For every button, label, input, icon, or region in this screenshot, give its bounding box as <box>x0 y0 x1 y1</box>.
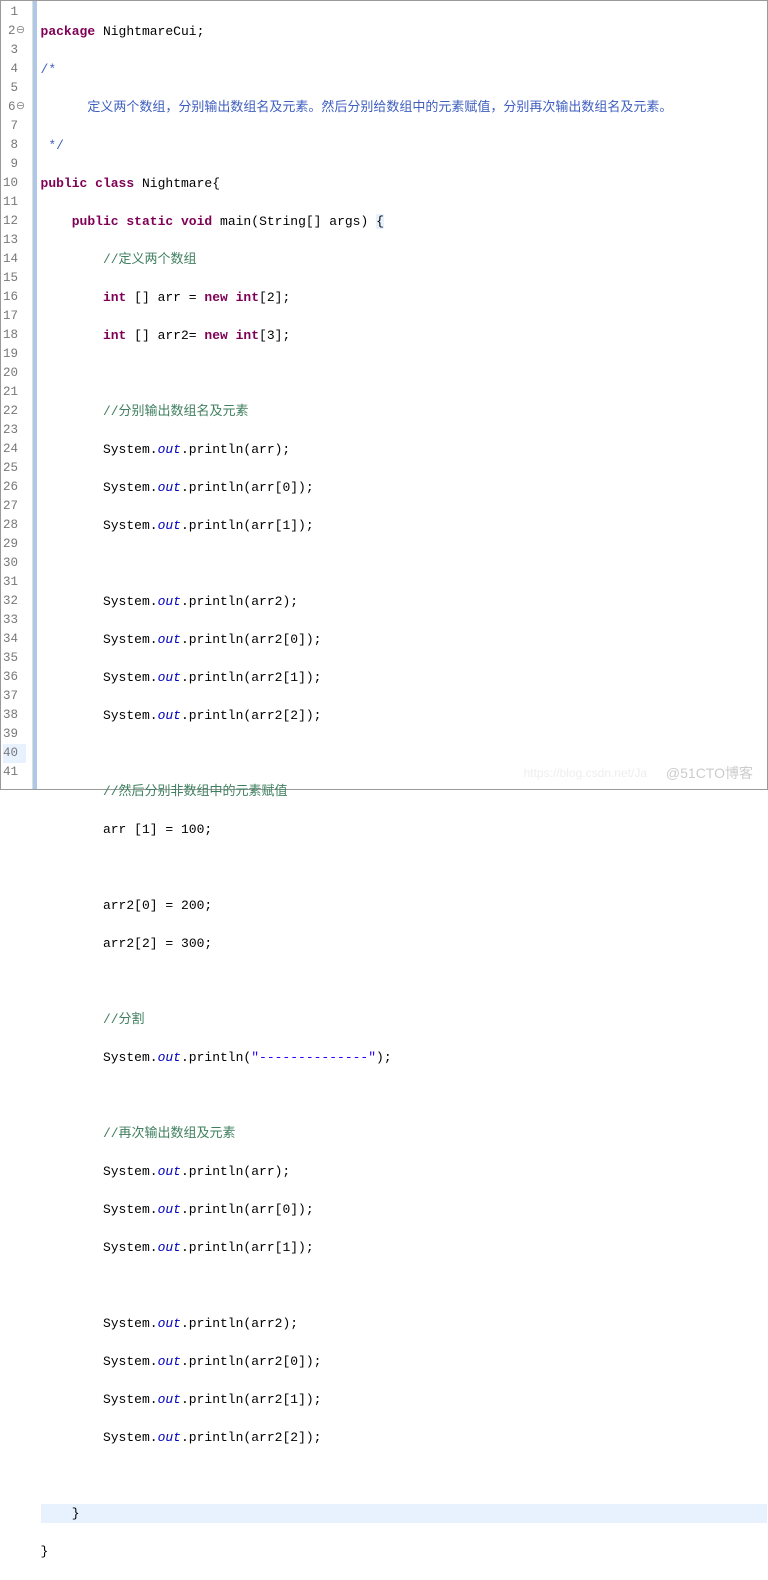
watermark-text: @51CTO博客 <box>666 764 753 783</box>
code-line[interactable]: /* <box>41 60 767 79</box>
code-line[interactable] <box>41 1466 767 1485</box>
line-number[interactable]: 8 <box>3 136 26 155</box>
code-line[interactable] <box>41 1276 767 1295</box>
code-line[interactable]: //分割 <box>41 1010 767 1029</box>
code-line[interactable]: System.out.println(arr2); <box>41 592 767 611</box>
code-line[interactable]: System.out.println(arr2[0]); <box>41 1352 767 1371</box>
line-number[interactable]: 33 <box>3 611 26 630</box>
code-line[interactable]: System.out.println(arr[0]); <box>41 1200 767 1219</box>
line-number[interactable]: 16 <box>3 288 26 307</box>
line-number[interactable]: 2 <box>3 22 26 41</box>
line-number[interactable]: 30 <box>3 554 26 573</box>
line-number[interactable]: 26 <box>3 478 26 497</box>
code-line[interactable]: arr [1] = 100; <box>41 820 767 839</box>
line-number[interactable]: 11 <box>3 193 26 212</box>
line-number[interactable]: 13 <box>3 231 26 250</box>
line-number[interactable]: 15 <box>3 269 26 288</box>
line-number[interactable]: 27 <box>3 497 26 516</box>
line-number[interactable]: 17 <box>3 307 26 326</box>
line-number[interactable]: 28 <box>3 516 26 535</box>
line-number[interactable]: 29 <box>3 535 26 554</box>
code-line[interactable] <box>41 554 767 573</box>
code-line[interactable]: arr2[2] = 300; <box>41 934 767 953</box>
code-line[interactable]: System.out.println(arr2[1]); <box>41 1390 767 1409</box>
code-line[interactable]: package NightmareCui; <box>41 22 767 41</box>
line-number[interactable]: 1 <box>3 3 26 22</box>
line-number[interactable]: 5 <box>3 79 26 98</box>
line-number[interactable]: 6 <box>3 98 26 117</box>
code-line[interactable]: int [] arr = new int[2]; <box>41 288 767 307</box>
code-line[interactable]: System.out.println(arr2); <box>41 1314 767 1333</box>
code-editor[interactable]: 1 2 3 4 5 6 7 8 9 10 11 12 13 14 15 16 1… <box>0 0 768 790</box>
line-number[interactable]: 18 <box>3 326 26 345</box>
code-line[interactable]: } <box>41 1542 767 1561</box>
code-line[interactable]: System.out.println(arr[1]); <box>41 516 767 535</box>
line-number[interactable]: 10 <box>3 174 26 193</box>
line-number[interactable]: 21 <box>3 383 26 402</box>
line-number[interactable]: 40 <box>3 744 26 763</box>
line-number[interactable]: 14 <box>3 250 26 269</box>
line-number[interactable]: 9 <box>3 155 26 174</box>
code-area[interactable]: package NightmareCui; /* 定义两个数组，分别输出数组名及… <box>37 1 767 789</box>
line-number[interactable]: 32 <box>3 592 26 611</box>
code-line[interactable]: System.out.println(arr); <box>41 1162 767 1181</box>
code-line[interactable]: public static void main(String[] args) { <box>41 212 767 231</box>
line-number-gutter[interactable]: 1 2 3 4 5 6 7 8 9 10 11 12 13 14 15 16 1… <box>1 1 33 789</box>
line-number[interactable]: 35 <box>3 649 26 668</box>
code-line[interactable]: System.out.println(arr[0]); <box>41 478 767 497</box>
code-line[interactable]: System.out.println(arr2[2]); <box>41 1428 767 1447</box>
code-line[interactable] <box>41 972 767 991</box>
line-number[interactable]: 19 <box>3 345 26 364</box>
line-number[interactable]: 23 <box>3 421 26 440</box>
code-line[interactable]: //然后分别非数组中的元素赋值 <box>41 782 767 801</box>
line-number[interactable]: 4 <box>3 60 26 79</box>
code-line[interactable]: //分别输出数组名及元素 <box>41 402 767 421</box>
line-number[interactable]: 37 <box>3 687 26 706</box>
line-number[interactable]: 24 <box>3 440 26 459</box>
code-line[interactable]: int [] arr2= new int[3]; <box>41 326 767 345</box>
code-line[interactable]: */ <box>41 136 767 155</box>
code-line[interactable]: //再次输出数组及元素 <box>41 1124 767 1143</box>
fold-icon[interactable] <box>16 22 26 41</box>
line-number[interactable]: 41 <box>3 763 26 782</box>
line-number[interactable]: 12 <box>3 212 26 231</box>
line-number[interactable]: 34 <box>3 630 26 649</box>
line-number[interactable]: 31 <box>3 573 26 592</box>
code-line[interactable]: System.out.println(arr2[2]); <box>41 706 767 725</box>
line-number[interactable]: 20 <box>3 364 26 383</box>
code-line[interactable] <box>41 364 767 383</box>
code-line[interactable]: arr2[0] = 200; <box>41 896 767 915</box>
code-line[interactable]: System.out.println(arr2[0]); <box>41 630 767 649</box>
code-line[interactable]: } <box>41 1504 767 1523</box>
code-line[interactable]: System.out.println(arr); <box>41 440 767 459</box>
line-number[interactable]: 39 <box>3 725 26 744</box>
line-number[interactable]: 7 <box>3 117 26 136</box>
code-line[interactable]: //定义两个数组 <box>41 250 767 269</box>
code-line[interactable]: System.out.println("--------------"); <box>41 1048 767 1067</box>
code-line[interactable] <box>41 1086 767 1105</box>
line-number[interactable]: 22 <box>3 402 26 421</box>
fold-icon[interactable] <box>16 98 26 117</box>
code-line[interactable]: 定义两个数组，分别输出数组名及元素。然后分别给数组中的元素赋值，分别再次输出数组… <box>41 98 767 117</box>
line-number[interactable]: 3 <box>3 41 26 60</box>
line-number[interactable]: 38 <box>3 706 26 725</box>
line-number[interactable]: 25 <box>3 459 26 478</box>
code-line[interactable]: System.out.println(arr2[1]); <box>41 668 767 687</box>
code-line[interactable]: public class Nightmare{ <box>41 174 767 193</box>
code-line[interactable] <box>41 744 767 763</box>
line-number[interactable]: 36 <box>3 668 26 687</box>
code-line[interactable] <box>41 858 767 877</box>
watermark-text: https://blog.csdn.net/Ja <box>524 764 647 783</box>
code-line[interactable]: System.out.println(arr[1]); <box>41 1238 767 1257</box>
